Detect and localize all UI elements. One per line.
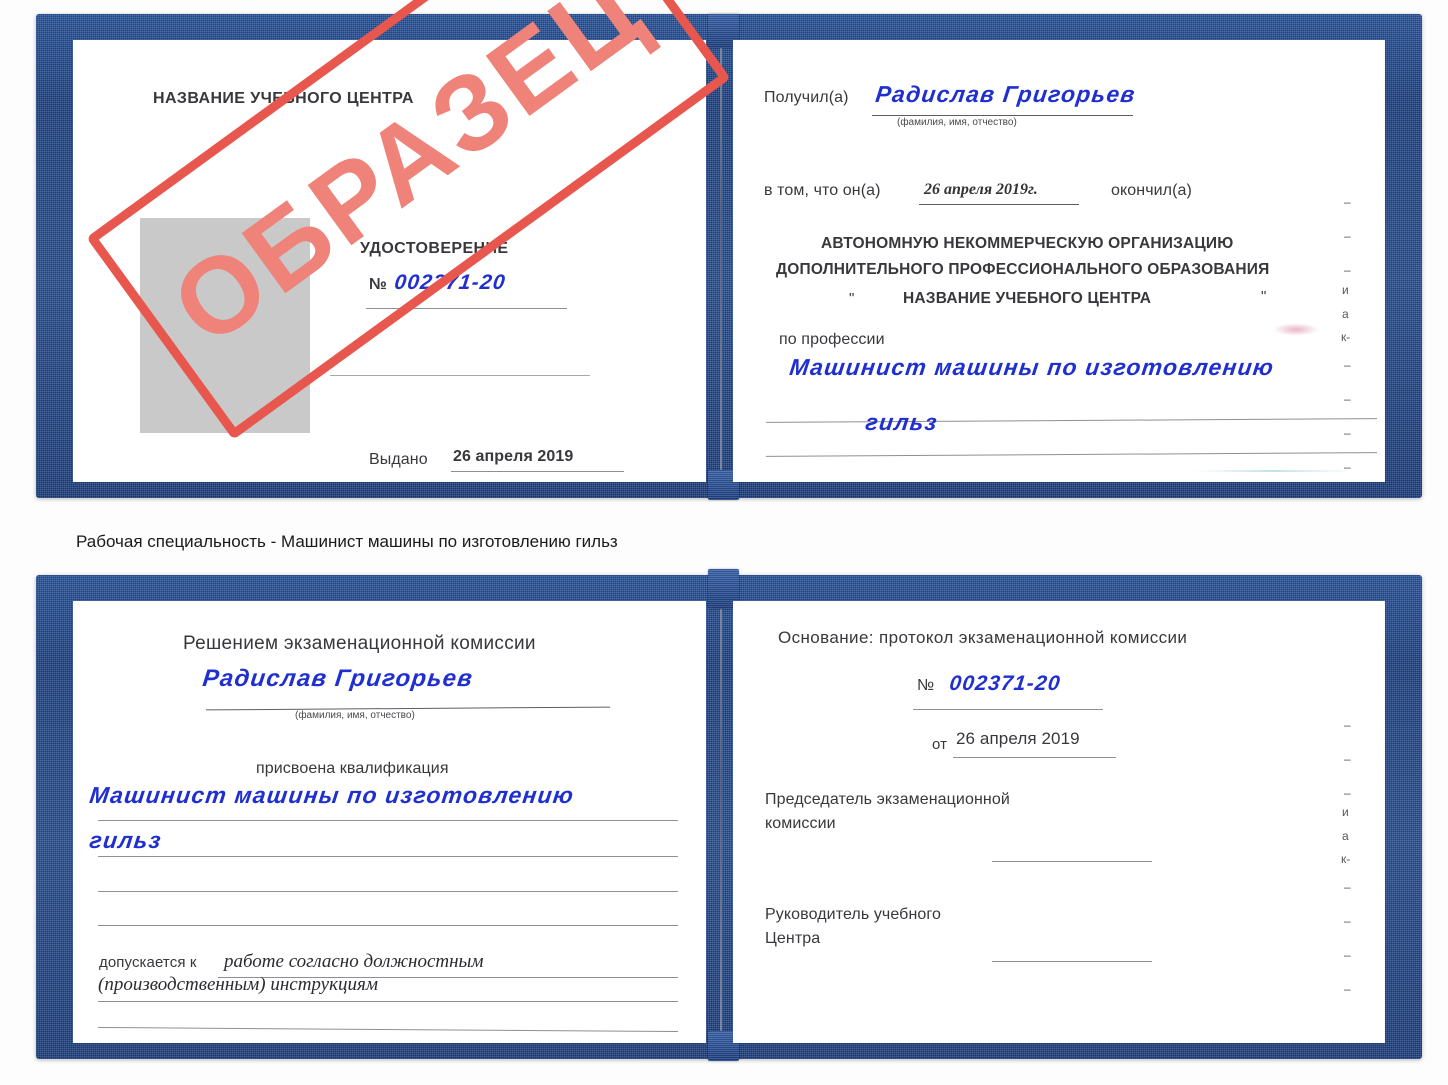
received-name-underline xyxy=(872,115,1133,116)
edge-fragment: а xyxy=(1342,829,1349,843)
certificate-top-left-page: НАЗВАНИЕ УЧЕБНОГО ЦЕНТРА УДОСТОВЕРЕНИЕ №… xyxy=(73,40,706,482)
finished-label: окончил(а) xyxy=(1111,182,1192,199)
qualification-value-line-1: Машинист машины по изготовлению xyxy=(88,782,576,808)
qualification-rule-4 xyxy=(98,925,678,926)
edge-fragment: – xyxy=(1344,229,1351,243)
organization-line-2: ДОПОЛНИТЕЛЬНОГО ПРОФЕССИОНАЛЬНОГО ОБРАЗО… xyxy=(776,261,1270,278)
received-name-value: Радислав Григорьев xyxy=(874,81,1138,107)
chairman-signature-line xyxy=(992,861,1152,862)
admitted-label: допускается к xyxy=(99,954,197,971)
from-date-value: 26 апреля 2019 xyxy=(956,729,1080,748)
edge-fragment: – xyxy=(1344,460,1351,474)
edge-fragment: к- xyxy=(1341,852,1351,866)
edge-fragment: – xyxy=(1344,982,1351,996)
edge-fragment: – xyxy=(1344,948,1351,962)
document-type-label: УДОСТОВЕРЕНИЕ xyxy=(360,240,509,257)
chairman-label-line-2: комиссии xyxy=(765,815,836,832)
certificate-bottom-right-page: Основание: протокол экзаменационной коми… xyxy=(733,601,1385,1043)
certificate-sample-page: НАЗВАНИЕ УЧЕБНОГО ЦЕНТРА УДОСТОВЕРЕНИЕ №… xyxy=(0,0,1448,1085)
head-label-line-2: Центра xyxy=(765,930,821,947)
edge-fragment: – xyxy=(1344,195,1351,209)
protocol-number-value: 002371-20 xyxy=(948,672,1063,695)
edge-fragment: – xyxy=(1344,718,1351,732)
certificate-number-value: 002371-20 xyxy=(393,271,508,294)
profession-value-line-2: гильз xyxy=(864,409,940,435)
certificate-top: НАЗВАНИЕ УЧЕБНОГО ЦЕНТРА УДОСТОВЕРЕНИЕ №… xyxy=(36,14,1422,500)
from-label: от xyxy=(932,736,948,753)
finished-date-value: 26 апреля 2019г. xyxy=(924,181,1038,198)
admitted-rule-3 xyxy=(98,1026,678,1033)
qualification-rule-1 xyxy=(98,820,678,821)
qualification-rule-3 xyxy=(98,891,678,892)
edge-fragment: – xyxy=(1344,263,1351,277)
issued-label: Выдано xyxy=(369,451,428,468)
admitted-rule-2 xyxy=(98,1001,678,1002)
certificate-top-right-page: Получил(а) Радислав Григорьев (фамилия, … xyxy=(733,40,1385,482)
quote-open: " xyxy=(849,290,855,307)
edge-fragment: к- xyxy=(1341,330,1351,344)
edge-fragment: – xyxy=(1344,358,1351,372)
certificate-bottom-left-page: Решением экзаменационной комиссии Радисл… xyxy=(73,601,706,1043)
protocol-number-underline xyxy=(913,709,1103,710)
edge-fragment: – xyxy=(1344,786,1351,800)
left-center-title: НАЗВАНИЕ УЧЕБНОГО ЦЕНТРА xyxy=(153,90,414,107)
protocol-number-label: № xyxy=(917,677,935,694)
qualification-value-line-2: гильз xyxy=(88,827,164,853)
profession-value-line-1: Машинист машины по изготовлению xyxy=(788,354,1276,380)
edge-fragment: – xyxy=(1344,392,1351,406)
qualification-label: присвоена квалификация xyxy=(256,760,449,777)
from-date-underline xyxy=(953,757,1116,758)
admitted-value-line-2: (производственным) инструкциям xyxy=(98,974,378,995)
profession-label: по профессии xyxy=(779,331,885,348)
name-hint-label: (фамилия, имя, отчество) xyxy=(897,117,1017,128)
certificate-bottom-spine xyxy=(720,599,722,1045)
received-label: Получил(а) xyxy=(764,89,849,106)
organization-name: НАЗВАНИЕ УЧЕБНОГО ЦЕНТРА xyxy=(903,290,1152,307)
head-signature-line xyxy=(992,961,1152,962)
head-label-line-1: Руководитель учебного xyxy=(765,906,941,923)
basis-label: Основание: протокол экзаменационной коми… xyxy=(778,628,1188,647)
finished-date-underline xyxy=(919,204,1079,205)
edge-fragment: – xyxy=(1344,880,1351,894)
issued-date-value: 26 апреля 2019 xyxy=(453,448,574,465)
edge-fragment: – xyxy=(1344,752,1351,766)
that-he-label: в том, что он(а) xyxy=(764,182,881,199)
organization-line-1: АВТОНОМНУЮ НЕКОММЕРЧЕСКУЮ ОРГАНИЗАЦИЮ xyxy=(821,235,1234,252)
edge-fragment: и xyxy=(1342,283,1349,297)
decision-heading: Решением экзаменационной комиссии xyxy=(183,633,536,654)
edge-fragment: а xyxy=(1342,307,1349,321)
qualification-rule-2 xyxy=(98,856,678,857)
admitted-value-line-1: работе согласно должностным xyxy=(224,951,484,972)
photo-placeholder xyxy=(140,218,310,433)
pink-artifact xyxy=(1273,323,1319,336)
profession-line-1-rule xyxy=(766,418,1377,423)
number-label: № xyxy=(369,276,387,293)
number-underline xyxy=(366,308,567,309)
edge-fragment: – xyxy=(1344,914,1351,928)
certificate-top-spine xyxy=(720,38,722,484)
profession-line-2-rule xyxy=(766,452,1377,457)
edge-fragment: – xyxy=(1344,426,1351,440)
chairman-label-line-1: Председатель экзаменационной xyxy=(765,791,1010,808)
issued-underline xyxy=(451,471,624,472)
certificate-bottom: Решением экзаменационной комиссии Радисл… xyxy=(36,569,1422,1061)
page-caption: Рабочая специальность - Машинист машины … xyxy=(76,532,618,551)
teal-artifact xyxy=(1193,470,1353,472)
decision-name-hint: (фамилия, имя, отчество) xyxy=(295,710,415,721)
blank-line-1 xyxy=(330,375,590,376)
edge-fragment: и xyxy=(1342,805,1349,819)
decision-name-value: Радислав Григорьев xyxy=(201,665,475,692)
quote-close: " xyxy=(1261,288,1267,305)
